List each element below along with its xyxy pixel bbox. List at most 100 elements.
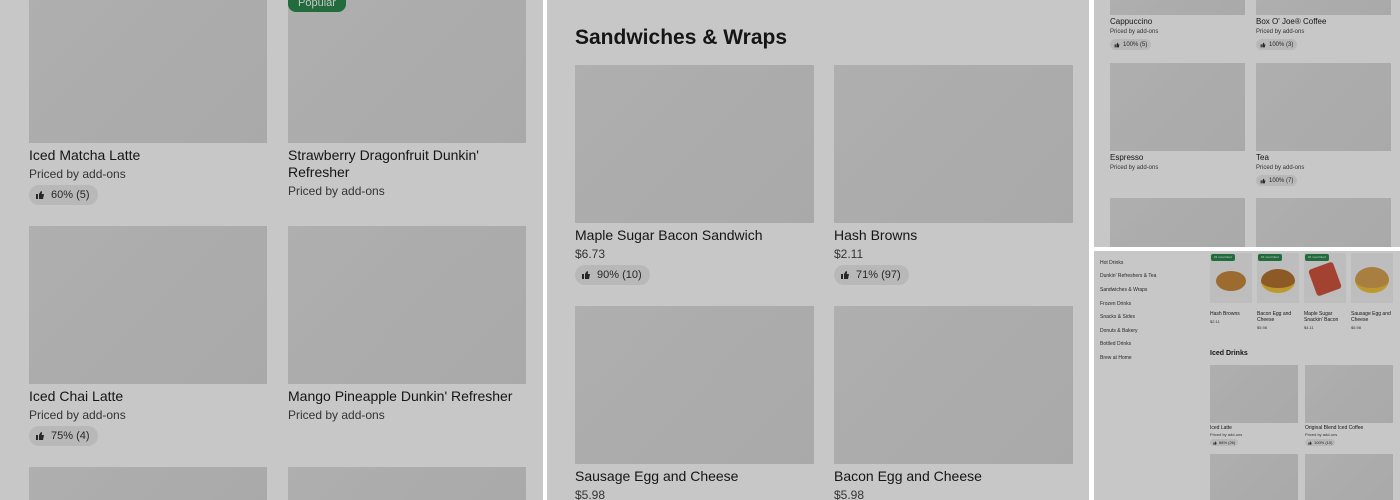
featured-item-sausage-egg-cheese[interactable]: Sausage Egg and Cheese $5.98 [1351,253,1393,333]
item-image-partial[interactable] [288,467,526,500]
item-image-partial[interactable] [1256,198,1391,247]
featured-item-maple-snackin-bacon[interactable]: #1 most liked Maple Sugar Snackin' Bacon… [1304,253,1346,333]
item-title: Iced Latte [1210,425,1232,431]
item-image-partial[interactable] [1305,454,1393,500]
item-title: Mango Pineapple Dunkin' Refresher [288,388,513,404]
item-image [1210,365,1298,423]
rating-text: 75% (4) [51,430,90,442]
item-image-partial[interactable] [1110,198,1245,247]
item-price: $2.11 [834,247,864,261]
nav-item-hot-drinks[interactable]: Hot Drinks [1100,260,1123,266]
item-price: $5.98 [575,488,606,500]
item-image [1110,0,1245,15]
thumbs-up-icon [581,270,591,280]
rating-text: 100% (3) [1269,41,1294,48]
section-title: Sandwiches & Wraps [575,26,788,49]
item-title: Cappuccino [1110,17,1153,26]
item-title: Strawberry Dragonfruit Dunkin' Refresher [288,147,479,180]
item-title: Box O' Joe® Coffee [1256,17,1327,26]
item-image [288,0,526,143]
item-price: $2.11 [1210,319,1220,324]
featured-item-hash-browns[interactable]: #1 most liked Hash Browns $2.11 [1210,253,1252,328]
item-image [575,306,814,464]
menu-panel-sandwiches: Sandwiches & Wraps Maple Sugar Bacon San… [547,0,1089,500]
menu-item-maple-sugar-bacon-sandwich[interactable]: Maple Sugar Bacon Sandwich $6.73 90% (10… [575,65,814,290]
item-title: Maple Sugar Snackin' Bacon [1304,311,1339,323]
popular-badge: Popular [288,0,346,12]
featured-item-bacon-egg-cheese[interactable]: #1 most liked Bacon Egg and Cheese $5.98 [1257,253,1299,333]
rating-badge: 75% (4) [29,426,98,446]
item-title: Sausage Egg and Cheese [575,468,739,484]
item-price: $5.98 [834,488,865,500]
item-price: $6.73 [575,247,606,261]
menu-item-strawberry-dragonfruit-refresher[interactable]: Popular Strawberry Dragonfruit Dunkin' R… [288,0,526,210]
item-image [834,306,1073,464]
item-title: Tea [1256,153,1269,162]
item-title: Sausage Egg and Cheese [1351,311,1391,323]
item-price: Priced by add-ons [1110,165,1159,171]
hash-browns-photo [1216,271,1246,291]
item-image-partial[interactable] [29,467,267,500]
item-title: Original Blend Iced Coffee [1305,425,1364,431]
rating-badge: 100% (7) [1256,175,1298,186]
item-title: Maple Sugar Bacon Sandwich [575,227,763,243]
section-title: Iced Drinks [1210,350,1248,357]
thumbs-up-icon [840,270,850,280]
item-price: $5.98 [1351,325,1362,330]
most-liked-badge: #1 most liked [1258,254,1282,261]
menu-item-cappuccino[interactable]: Cappuccino Priced by add-ons 100% (5) [1110,0,1245,55]
item-image [1305,365,1393,423]
nav-item-donuts-bakery[interactable]: Donuts & Bakery [1100,328,1138,334]
rating-badge: 60% (5) [29,185,98,205]
item-image [575,65,814,223]
menu-item-iced-matcha-latte[interactable]: Iced Matcha Latte Priced by add-ons 60% … [29,0,267,210]
menu-item-espresso[interactable]: Espresso Priced by add-ons [1110,63,1245,183]
thumbs-up-icon [1260,42,1266,48]
item-price: Priced by add-ons [288,408,385,422]
rating-badge: 100% (10) [1305,439,1336,446]
thumbs-up-icon [35,190,45,200]
item-image-partial[interactable] [1210,454,1298,500]
menu-item-iced-latte[interactable]: Iced Latte Priced by add-ons 88% (26) [1210,365,1298,447]
item-price: Priced by add-ons [1305,432,1338,437]
item-price: Priced by add-ons [288,184,385,198]
item-title: Bacon Egg and Cheese [1257,311,1292,323]
rating-text: 88% (26) [1219,440,1236,445]
rating-badge: 71% (97) [834,265,909,285]
item-title: Iced Matcha Latte [29,147,141,163]
sandwich-photo [1355,267,1389,293]
menu-item-original-blend-iced-coffee[interactable]: Original Blend Iced Coffee Priced by add… [1305,365,1393,447]
menu-panel-hot-drinks: Cappuccino Priced by add-ons 100% (5) Bo… [1094,0,1400,247]
item-image [288,226,526,384]
rating-text: 60% (5) [51,189,90,201]
nav-item-sandwiches-wraps[interactable]: Sandwiches & Wraps [1100,287,1147,293]
thumbs-up-icon [1114,42,1120,48]
nav-item-snacks-sides[interactable]: Snacks & Sides [1100,314,1135,320]
item-price: Priced by add-ons [29,408,126,422]
item-price: $5.98 [1257,325,1268,330]
rating-text: 90% (10) [597,269,642,281]
item-price: Priced by add-ons [1210,432,1243,437]
menu-item-hash-browns[interactable]: Hash Browns $2.11 71% (97) [834,65,1073,290]
rating-badge: 100% (5) [1110,39,1152,50]
item-title: Bacon Egg and Cheese [834,468,982,484]
menu-item-iced-chai-latte[interactable]: Iced Chai Latte Priced by add-ons 75% (4… [29,226,267,451]
rating-text: 100% (5) [1123,41,1148,48]
nav-item-frozen-drinks[interactable]: Frozen Drinks [1100,301,1131,307]
menu-item-tea[interactable]: Tea Priced by add-ons 100% (7) [1256,63,1391,188]
nav-item-brew-at-home[interactable]: Brew at Home [1100,355,1132,361]
item-price: $4.11 [1304,325,1314,330]
menu-item-box-o-joe-coffee[interactable]: Box O' Joe® Coffee Priced by add-ons 100… [1256,0,1391,55]
menu-item-sausage-egg-and-cheese[interactable]: Sausage Egg and Cheese $5.98 [575,306,814,500]
menu-item-bacon-egg-and-cheese[interactable]: Bacon Egg and Cheese $5.98 [834,306,1073,500]
menu-panel-drinks: Iced Matcha Latte Priced by add-ons 60% … [0,0,543,500]
nav-item-refreshers-tea[interactable]: Dunkin' Refreshers & Tea [1100,273,1156,279]
item-image [834,65,1073,223]
nav-item-bottled-drinks[interactable]: Bottled Drinks [1100,341,1131,347]
thumbs-up-icon [35,431,45,441]
sandwich-photo [1261,269,1295,293]
thumbs-up-icon [1213,440,1217,445]
most-liked-badge: #1 most liked [1305,254,1329,261]
menu-item-mango-pineapple-refresher[interactable]: Mango Pineapple Dunkin' Refresher Priced… [288,226,526,451]
item-title: Iced Chai Latte [29,388,124,404]
